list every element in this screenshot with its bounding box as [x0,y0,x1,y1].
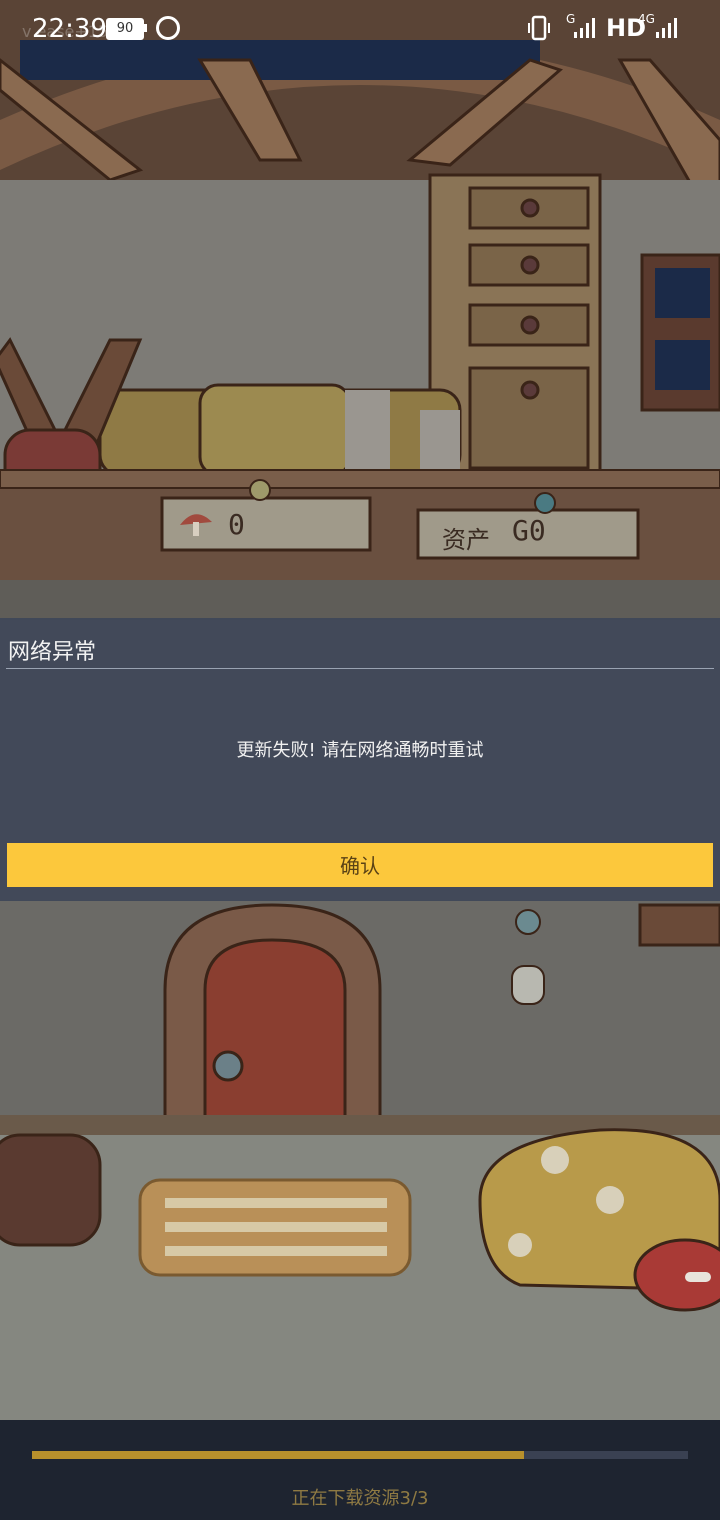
status-bar: v ease+15554 22:39 90 G HD 4G [0,0,720,56]
status-time: 22:39 [32,14,107,44]
battery-tip-icon [144,24,147,32]
sim2-label: 4G [638,12,655,26]
loading-panel: 正在下载资源3/3 [0,1420,720,1520]
confirm-button[interactable]: 确认 [7,843,713,887]
battery-icon: 90 [106,18,144,40]
dialog-message: 更新失败! 请在网络通畅时重试 [236,740,484,761]
assets-label: 资产 [442,526,490,554]
download-progress-bar [32,1451,688,1459]
download-progress-fill [32,1451,524,1459]
signal-strength-icon [574,18,595,38]
assets-value: G0 [512,514,546,547]
dialog-title: 网络异常 [8,640,97,665]
loading-status-text: 正在下载资源3/3 [291,1488,429,1509]
netease-app-icon [156,16,180,40]
dialog-divider [6,668,714,669]
vibrate-icon [528,15,550,41]
signal-strength-icon-2 [656,18,677,38]
mushroom-count: 0 [228,508,245,541]
network-error-dialog: 网络异常 更新失败! 请在网络通畅时重试 确认 [0,618,720,901]
